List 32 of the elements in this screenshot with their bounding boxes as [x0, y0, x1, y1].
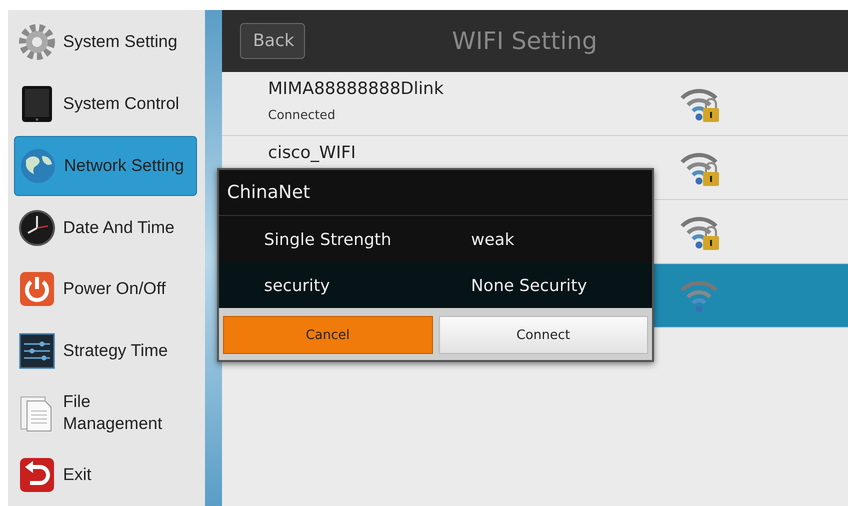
sidebar-item[interactable]: System Control: [14, 74, 197, 134]
sidebar-label: Power On/Off: [63, 278, 167, 300]
network-row[interactable]: MIMA88888888Dlink Connected: [222, 72, 848, 136]
sidebar-item[interactable]: Power On/Off: [14, 259, 197, 320]
network-name: cisco_WIFI: [268, 143, 357, 163]
sidebar-item[interactable]: Exit: [14, 444, 197, 506]
info-label: Single Strength: [264, 230, 392, 248]
cancel-button[interactable]: Cancel: [223, 316, 432, 354]
network-name: MIMA88888888Dlink: [268, 79, 445, 99]
sidebar-label: Network Setting: [64, 154, 185, 177]
sidebar-label: Exit: [63, 464, 92, 486]
connect-button[interactable]: Connect: [438, 316, 648, 354]
sidebar-item[interactable]: Network Setting: [14, 136, 197, 196]
dialog-title: ChinaNet: [219, 170, 652, 216]
sidebar-item[interactable]: System Setting: [14, 12, 197, 73]
sidebar-item[interactable]: File Management: [14, 382, 197, 444]
screen-title: WIFI Setting: [452, 27, 598, 55]
back-button[interactable]: Back: [240, 23, 306, 59]
sidebar-label: Strategy Time: [63, 340, 169, 362]
info-label: security: [264, 276, 331, 294]
sliders-icon: [17, 331, 57, 372]
info-value: weak: [471, 230, 514, 248]
sidebar-label: System Setting: [63, 31, 178, 54]
sidebar-label: File Management: [63, 390, 164, 435]
sidebar-item[interactable]: Date And Time: [14, 197, 197, 258]
sidebar-label: System Control: [63, 93, 180, 116]
gear-icon: [17, 22, 57, 62]
clock-icon: [17, 208, 57, 248]
sidebar-label: Date And Time: [63, 216, 176, 239]
network-status: Connected: [268, 107, 336, 122]
info-value: None Security: [471, 276, 588, 294]
sidebar-item[interactable]: Strategy Time: [14, 320, 197, 382]
